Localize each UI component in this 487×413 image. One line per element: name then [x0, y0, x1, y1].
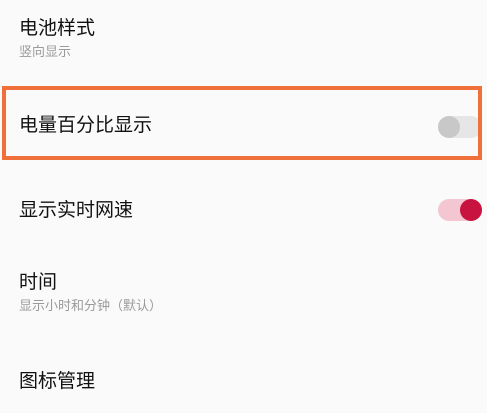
realtime-speed-title: 显示实时网速 — [19, 199, 134, 221]
time-row[interactable]: 时间 显示小时和分钟（默认） — [0, 255, 487, 335]
icon-management-row[interactable]: 图标管理 — [0, 350, 487, 413]
time-subtitle: 显示小时和分钟（默认） — [19, 299, 163, 314]
battery-style-row[interactable]: 电池样式 竖向显示 — [0, 0, 487, 80]
battery-style-title: 电池样式 — [19, 17, 96, 39]
realtime-speed-row[interactable]: 显示实时网速 — [0, 175, 487, 245]
status-bar-settings-screen: 电池样式 竖向显示 电量百分比显示 显示实时网速 时间 显示小时和分钟（默认） … — [0, 0, 487, 413]
toggle-thumb — [460, 199, 482, 221]
icon-management-title: 图标管理 — [19, 370, 96, 392]
realtime-speed-toggle[interactable] — [438, 199, 482, 221]
time-title: 时间 — [19, 271, 58, 293]
highlight-annotation-box — [2, 86, 482, 160]
battery-style-subtitle: 竖向显示 — [19, 45, 72, 60]
